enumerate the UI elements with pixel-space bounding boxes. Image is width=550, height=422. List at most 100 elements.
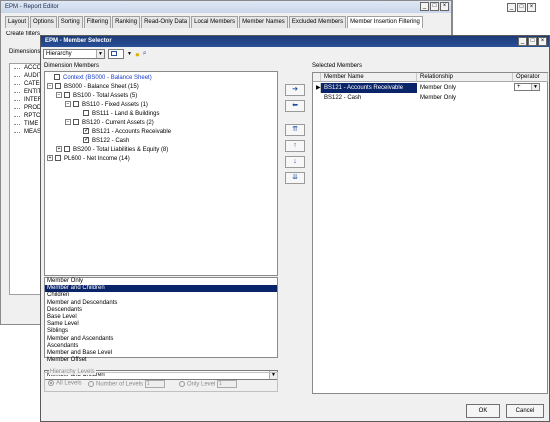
all-levels-radio[interactable]: All Levels [48, 380, 82, 387]
table-row[interactable]: ▶ BS121 - Accounts Receivable Member Onl… [313, 83, 547, 93]
close-button[interactable]: × [527, 3, 536, 12]
relationship-option[interactable]: Same Level [45, 321, 277, 328]
tree-node[interactable]: − BS110 - Fixed Assets (1) [65, 101, 148, 109]
expand-icon[interactable]: + [47, 155, 53, 162]
checkbox[interactable] [73, 101, 79, 108]
collapse-icon[interactable]: − [56, 92, 62, 99]
only-level-radio[interactable]: Only Level 1 [179, 380, 238, 388]
only-level-spinner[interactable]: 1 [217, 380, 238, 388]
tree-node-context[interactable]: Context (BS000 - Balance Sheet) [54, 74, 152, 82]
checkbox[interactable] [55, 155, 61, 162]
dimension-item[interactable]: AUDIT [10, 72, 42, 80]
hierarchy-select-value: Hierarchy [46, 51, 72, 57]
checkbox[interactable] [73, 119, 79, 126]
bulb-icon[interactable]: ● [135, 50, 140, 59]
relationship-cell[interactable]: Member Only [417, 83, 513, 93]
relationship-option[interactable]: Descendants [45, 307, 277, 314]
tab-layout[interactable]: Layout [5, 16, 30, 28]
collapse-icon[interactable]: − [47, 83, 53, 90]
remove-member-button[interactable]: ⬅ [285, 100, 305, 112]
move-down-button[interactable]: ↓ [285, 156, 305, 168]
dimension-members-tree: Context (BS000 - Balance Sheet) − BS000 -… [44, 71, 278, 276]
relationship-option[interactable]: Ascendants [45, 343, 277, 350]
tab-local-members[interactable]: Local Members [191, 16, 239, 28]
tree-node[interactable]: ✓ BS121 - Accounts Receivable [83, 128, 171, 136]
relationship-option-selected[interactable]: Member and Children [45, 285, 277, 293]
dimension-item[interactable]: CATEC [10, 80, 44, 88]
relationship-option[interactable]: Member and Descendants [45, 300, 277, 307]
move-bottom-button[interactable]: ⇊ [285, 172, 305, 184]
dimension-members-label: Dimension Members [44, 63, 100, 69]
expand-icon[interactable]: + [56, 146, 62, 153]
add-member-button[interactable]: ➔ [285, 84, 305, 96]
checkbox[interactable] [64, 92, 70, 99]
tab-filtering[interactable]: Filtering [83, 16, 112, 28]
tree-node[interactable]: − BS120 - Current Assets (2) [65, 119, 154, 127]
cancel-button[interactable]: Cancel [506, 404, 544, 418]
view-mode-button[interactable] [108, 49, 124, 59]
checkbox-checked[interactable]: ✓ [83, 137, 89, 144]
dimension-item[interactable]: TIME [10, 120, 40, 128]
maximize-button[interactable]: □ [517, 3, 526, 12]
operator-cell[interactable]: + ▼ [513, 83, 548, 93]
collapse-icon[interactable]: − [65, 101, 71, 108]
radio-icon [179, 381, 185, 387]
dialog-toolbar: Hierarchy ▼ ▼ ● ⌕ [43, 48, 147, 60]
relationship-option[interactable]: Member Only [45, 278, 277, 285]
column-header-relationship[interactable]: Relationship [417, 73, 513, 82]
member-name-cell[interactable]: BS121 - Accounts Receivable [321, 83, 417, 93]
tab-sorting[interactable]: Sorting [57, 16, 83, 28]
minimize-button[interactable]: _ [518, 37, 527, 46]
maximize-button[interactable]: □ [430, 2, 439, 11]
checkbox[interactable] [54, 74, 60, 81]
tab-member-names[interactable]: Member Names [239, 16, 288, 28]
relationship-option[interactable]: Base Level [45, 314, 277, 321]
tree-node[interactable]: + BS200 - Total Liabilities & Equity (8) [56, 146, 168, 154]
move-top-button[interactable]: ⇈ [285, 124, 305, 136]
number-of-levels-radio[interactable]: Number of Levels 1 [88, 380, 165, 388]
dimension-item[interactable]: PROD [10, 104, 41, 112]
relationship-option[interactable]: Siblings [45, 328, 277, 335]
tree-node[interactable]: + PL600 - Net Income (14) [47, 155, 130, 163]
checkbox-checked[interactable]: ✓ [83, 128, 89, 135]
dimension-item[interactable]: INTER [10, 96, 42, 104]
member-name-cell[interactable]: BS122 - Cash [321, 93, 417, 103]
tab-options[interactable]: Options [30, 16, 57, 28]
tab-ranking[interactable]: Ranking [112, 16, 141, 28]
operator-cell[interactable] [513, 93, 548, 103]
tree-node[interactable]: − BS000 - Balance Sheet (15) [47, 83, 139, 91]
checkbox[interactable] [55, 83, 61, 90]
close-button[interactable]: × [538, 37, 547, 46]
column-header-member-name[interactable]: Member Name [321, 73, 417, 82]
ok-button[interactable]: OK [466, 404, 500, 418]
dimension-item[interactable]: ENTIT [10, 88, 41, 96]
binoculars-icon[interactable]: ⌕ [143, 50, 147, 58]
column-header-operator[interactable]: Operator [513, 73, 548, 82]
chevron-down-icon[interactable]: ▼ [127, 51, 132, 57]
dimension-item[interactable]: ACCO [10, 64, 41, 72]
minimize-button[interactable]: _ [507, 3, 516, 12]
maximize-button[interactable]: □ [528, 37, 537, 46]
collapse-icon[interactable]: − [65, 119, 71, 126]
relationship-cell[interactable]: Member Only [417, 93, 513, 103]
tree-node[interactable]: ✓ BS122 - Cash [83, 137, 129, 145]
move-up-button[interactable]: ↑ [285, 140, 305, 152]
hierarchy-select[interactable]: Hierarchy ▼ [43, 49, 105, 59]
checkbox[interactable] [83, 110, 89, 117]
tab-read-only-data[interactable]: Read-Only Data [141, 16, 191, 28]
close-button[interactable]: × [440, 2, 449, 11]
dimension-item[interactable]: RPTCL [10, 112, 44, 120]
tree-node[interactable]: BS111 - Land & Buildings [83, 110, 160, 118]
tab-excluded-members[interactable]: Excluded Members [288, 16, 347, 28]
number-of-levels-spinner[interactable]: 1 [144, 380, 165, 388]
relationship-option[interactable]: Member and Base Level [45, 350, 277, 357]
dimension-item[interactable]: MEASI [10, 128, 43, 136]
tab-member-insertion-filtering[interactable]: Member Insertion Filtering [347, 16, 423, 28]
minimize-button[interactable]: _ [420, 2, 429, 11]
relationship-option[interactable]: Children [45, 292, 277, 299]
checkbox[interactable] [64, 146, 70, 153]
table-row[interactable]: BS122 - Cash Member Only [313, 93, 547, 103]
relationship-option[interactable]: Member Offset [45, 357, 277, 364]
relationship-option[interactable]: Member and Ascendants [45, 336, 277, 343]
tree-node[interactable]: − BS100 - Total Assets (5) [56, 92, 137, 100]
